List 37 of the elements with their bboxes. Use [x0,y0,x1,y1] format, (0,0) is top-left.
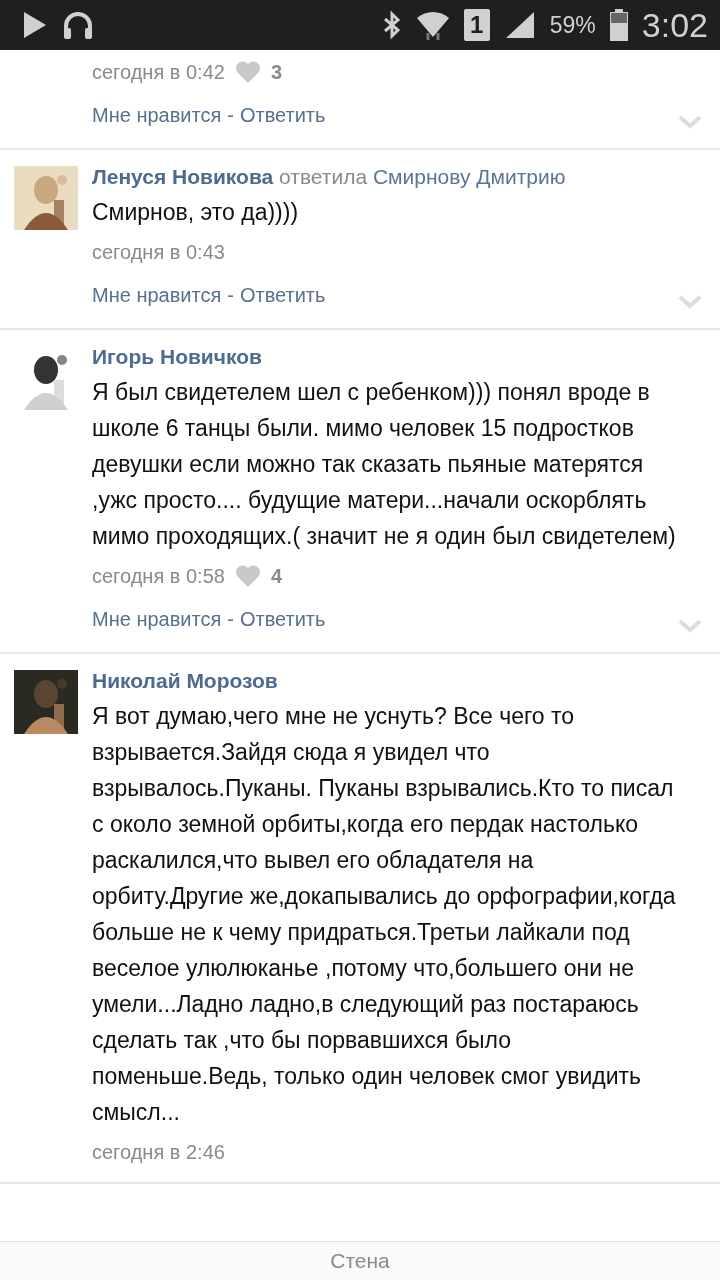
comment-text: Я был свидетелем шел с ребенком))) понял вроде в школе 6 танцы были. мимо человек 15 подростков девушки если можно так сказать пьяные матерятся ,ужс просто.... будущие матери...начали оскорблять мимо проходящих.( значит не я один был свидетелем) [92,378,677,551]
heart-icon[interactable] [234,60,261,84]
like-link[interactable]: Мне нравится [92,607,222,631]
like-count: 3 [270,60,282,84]
like-link[interactable]: Мне нравится [92,283,222,307]
chevron-down-icon[interactable] [678,295,702,309]
comment-time: сегодня в 0:58 [92,564,225,588]
comment-text: Я вот думаю,чего мне не уснуть? Все чего то взрывается.Зайдя сюда я увидел что взрывалось.Пуканы. Пуканы взрывались.Кто то писал с около земной орбиты,когда его пердак настолько раскалился,что вывел его обладателя на орбиту.Другие же,докапывались до орфографии,когда больше не к чему придраться.Третьи лайкали под веселое улюлюканье ,потому что,большего они не умели...Ладно ладно,в следующий раз постараюсь сделать так ,что бы порвавшихся было поменьше.Ведь, только один человек смог увидить смысл... [92,702,677,1127]
author-name[interactable]: Ленуся Новикова [92,165,274,188]
author-name[interactable]: Николай Морозов [92,669,278,692]
like-count: 4 [270,564,282,588]
heart-icon[interactable] [234,564,261,588]
chevron-down-icon[interactable] [678,115,702,129]
separator: - [227,607,234,631]
comment-time: сегодня в 0:42 [92,60,225,84]
author-name[interactable]: Игорь Новичков [92,345,262,368]
battery-icon [609,9,628,41]
like-link[interactable]: Мне нравится [92,103,222,127]
separator: - [227,283,234,307]
battery-percent: 59% [549,11,596,39]
reply-link[interactable]: Ответить [239,607,326,631]
reply-link[interactable]: Ответить [239,283,326,307]
comment-text: Смирнов, это да)))) [92,198,300,227]
play-icon [22,10,48,40]
comment-time: сегодня в 2:46 [92,1140,225,1164]
comment-time: сегодня в 0:43 [92,240,225,264]
wifi-icon [415,9,450,41]
chevron-down-icon[interactable] [678,619,702,633]
headphones-icon [62,10,94,40]
bottom-bar-title[interactable]: Стена [330,1249,390,1273]
clock: 3:02 [641,5,708,45]
reply-link[interactable]: Ответить [239,103,326,127]
reply-to-link[interactable]: Смирнову Дмитрию [372,165,566,188]
bluetooth-icon [381,10,402,40]
reply-verb: ответила [279,165,368,188]
separator: - [227,103,234,127]
sim-icon: 1 [463,9,490,41]
